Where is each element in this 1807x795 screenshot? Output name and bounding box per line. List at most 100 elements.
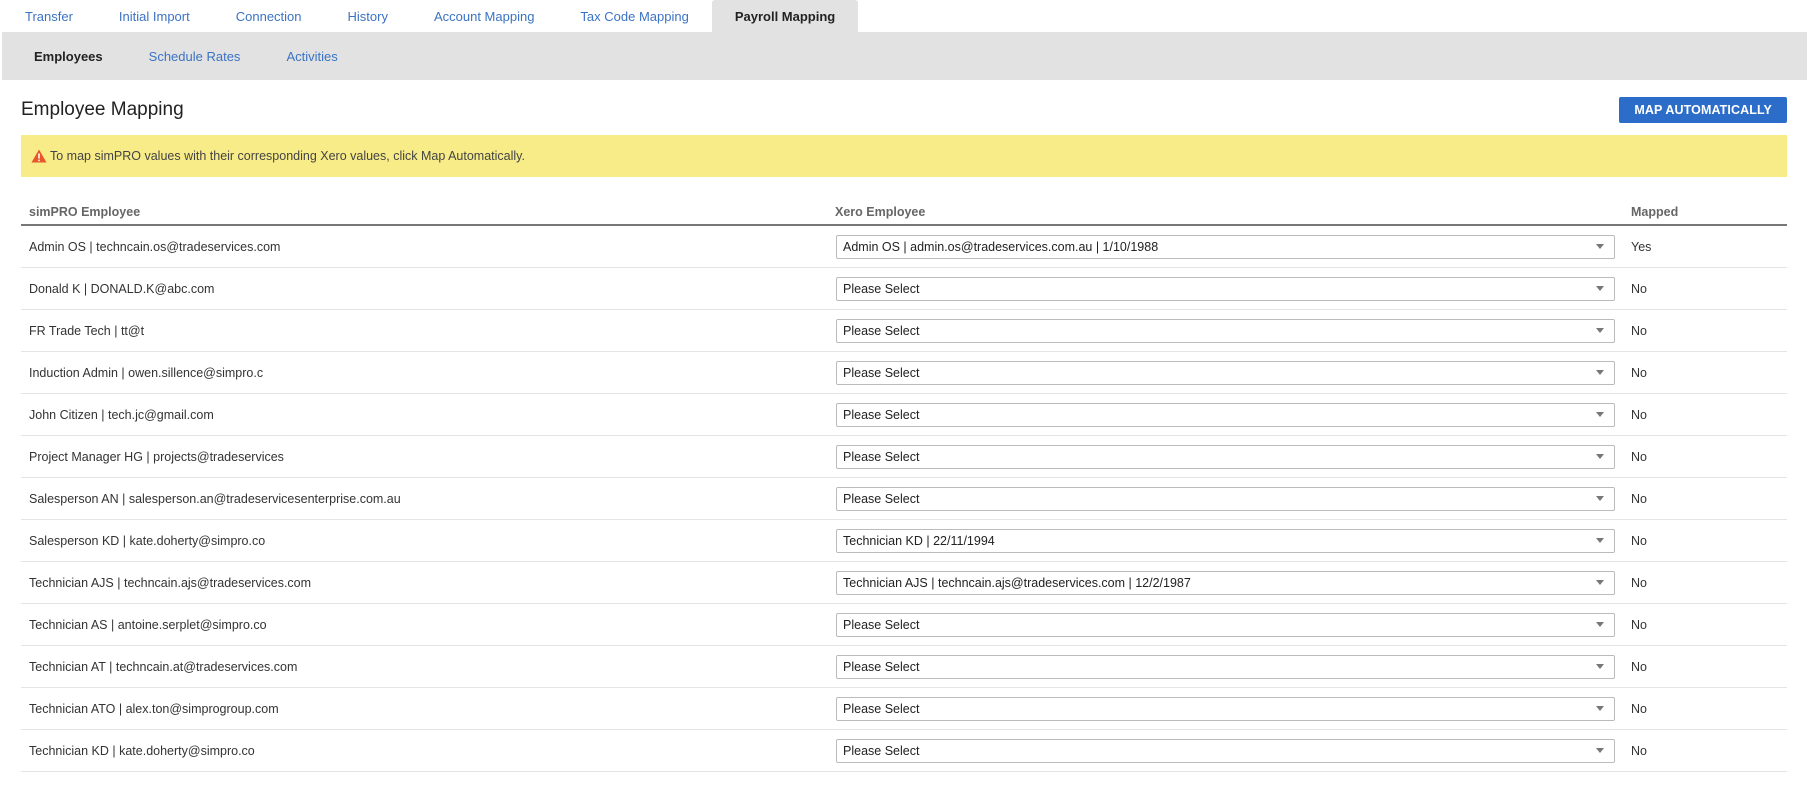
xero-employee-cell: Please Select xyxy=(827,309,1623,352)
mapped-status: No xyxy=(1623,477,1787,520)
subtab-schedule-rates[interactable]: Schedule Rates xyxy=(126,49,264,64)
mapped-status: No xyxy=(1623,309,1787,352)
chevron-down-icon xyxy=(1596,411,1604,417)
xero-employee-cell: Please Select xyxy=(827,729,1623,772)
xero-employee-select[interactable]: Please Select xyxy=(836,444,1615,469)
xero-employee-select[interactable]: Admin OS | admin.os@tradeservices.com.au… xyxy=(836,234,1615,259)
xero-employee-cell: Admin OS | admin.os@tradeservices.com.au… xyxy=(827,225,1623,268)
xero-employee-value: Please Select xyxy=(843,617,920,632)
xero-employee-select[interactable]: Please Select xyxy=(836,696,1615,721)
tab-history[interactable]: History xyxy=(325,0,411,32)
table-row: FR Trade Tech | tt@t Please Select No xyxy=(21,309,1787,352)
xero-employee-value: Technician KD | 22/11/1994 xyxy=(843,533,995,548)
table-row: Admin OS | techncain.os@tradeservices.co… xyxy=(21,225,1787,268)
mapped-status: No xyxy=(1623,645,1787,688)
mapped-status: No xyxy=(1623,351,1787,394)
top-tab-bar: Transfer Initial Import Connection Histo… xyxy=(0,0,1807,32)
mapped-status: Yes xyxy=(1623,225,1787,268)
tab-initial-import[interactable]: Initial Import xyxy=(96,0,213,32)
table-row: Donald K | DONALD.K@abc.com Please Select… xyxy=(21,267,1787,310)
chevron-down-icon xyxy=(1596,327,1604,333)
xero-employee-select[interactable]: Please Select xyxy=(836,360,1615,385)
simpro-employee-cell: Technician AS | antoine.serplet@simpro.c… xyxy=(21,603,827,646)
mapped-status: No xyxy=(1623,435,1787,478)
column-header-xero-employee: Xero Employee xyxy=(827,199,1623,226)
xero-employee-cell: Please Select xyxy=(827,393,1623,436)
xero-employee-value: Please Select xyxy=(843,449,920,464)
table-row: Salesperson AN | salesperson.an@tradeser… xyxy=(21,477,1787,520)
simpro-employee-cell: Donald K | DONALD.K@abc.com xyxy=(21,267,827,310)
table-row: Technician AS | antoine.serplet@simpro.c… xyxy=(21,603,1787,646)
page-header: Employee Mapping MAP AUTOMATICALLY xyxy=(21,80,1787,135)
chevron-down-icon xyxy=(1596,579,1604,585)
subtab-activities[interactable]: Activities xyxy=(263,49,360,64)
xero-employee-select[interactable]: Technician AJS | techncain.ajs@tradeserv… xyxy=(836,570,1615,595)
xero-employee-value: Please Select xyxy=(843,701,920,716)
xero-employee-select[interactable]: Please Select xyxy=(836,486,1615,511)
chevron-down-icon xyxy=(1596,243,1604,249)
xero-employee-select[interactable]: Please Select xyxy=(836,654,1615,679)
xero-employee-cell: Technician KD | 22/11/1994 xyxy=(827,519,1623,562)
mapped-status: No xyxy=(1623,393,1787,436)
table-row: John Citizen | tech.jc@gmail.com Please S… xyxy=(21,393,1787,436)
chevron-down-icon xyxy=(1596,495,1604,501)
xero-employee-select[interactable]: Please Select xyxy=(836,402,1615,427)
xero-employee-select[interactable]: Please Select xyxy=(836,276,1615,301)
mapped-status: No xyxy=(1623,561,1787,604)
employee-mapping-table: simPRO Employee Xero Employee Mapped Adm… xyxy=(21,199,1787,772)
mapped-status: No xyxy=(1623,603,1787,646)
table-header-row: simPRO Employee Xero Employee Mapped xyxy=(21,199,1787,226)
simpro-employee-cell: Technician KD | kate.doherty@simpro.co xyxy=(21,729,827,772)
xero-employee-select[interactable]: Technician KD | 22/11/1994 xyxy=(836,528,1615,553)
xero-employee-value: Please Select xyxy=(843,659,920,674)
xero-employee-value: Please Select xyxy=(843,407,920,422)
tab-connection[interactable]: Connection xyxy=(213,0,325,32)
chevron-down-icon xyxy=(1596,285,1604,291)
xero-employee-value: Please Select xyxy=(843,365,920,380)
mapped-status: No xyxy=(1623,519,1787,562)
simpro-employee-cell: Project Manager HG | projects@tradeservi… xyxy=(21,435,827,478)
table-row: Salesperson KD | kate.doherty@simpro.co T… xyxy=(21,519,1787,562)
column-header-simpro-employee: simPRO Employee xyxy=(21,199,827,226)
xero-employee-select[interactable]: Please Select xyxy=(836,318,1615,343)
table-row: Technician KD | kate.doherty@simpro.co Pl… xyxy=(21,729,1787,772)
map-automatically-button[interactable]: MAP AUTOMATICALLY xyxy=(1619,96,1787,123)
alert-text: To map simPRO values with their correspo… xyxy=(50,149,525,163)
xero-employee-cell: Please Select xyxy=(827,603,1623,646)
xero-employee-value: Please Select xyxy=(843,323,920,338)
tab-tax-code-mapping[interactable]: Tax Code Mapping xyxy=(557,0,711,32)
xero-employee-cell: Please Select xyxy=(827,687,1623,730)
tab-account-mapping[interactable]: Account Mapping xyxy=(411,0,557,32)
simpro-employee-cell: Salesperson AN | salesperson.an@tradeser… xyxy=(21,477,827,520)
simpro-employee-cell: Admin OS | techncain.os@tradeservices.co… xyxy=(21,225,827,268)
table-row: Technician AJS | techncain.ajs@tradeserv… xyxy=(21,561,1787,604)
chevron-down-icon xyxy=(1596,369,1604,375)
xero-employee-select[interactable]: Please Select xyxy=(836,612,1615,637)
xero-employee-cell: Please Select xyxy=(827,477,1623,520)
chevron-down-icon xyxy=(1596,453,1604,459)
xero-employee-select[interactable]: Please Select xyxy=(836,738,1615,763)
xero-employee-cell: Please Select xyxy=(827,267,1623,310)
xero-employee-value: Admin OS | admin.os@tradeservices.com.au… xyxy=(843,239,1159,254)
mapped-status: No xyxy=(1623,687,1787,730)
tab-transfer[interactable]: Transfer xyxy=(2,0,96,32)
subtab-employees[interactable]: Employees xyxy=(11,49,126,64)
table-row: Project Manager HG | projects@tradeservi… xyxy=(21,435,1787,478)
info-alert: To map simPRO values with their correspo… xyxy=(21,135,1787,177)
chevron-down-icon xyxy=(1596,705,1604,711)
simpro-employee-cell: Technician AT | techncain.at@tradeservic… xyxy=(21,645,827,688)
mapped-status: No xyxy=(1623,267,1787,310)
table-row: Induction Admin | owen.sillence@simpro.c… xyxy=(21,351,1787,394)
simpro-employee-cell: Technician AJS | techncain.ajs@tradeserv… xyxy=(21,561,827,604)
chevron-down-icon xyxy=(1596,663,1604,669)
chevron-down-icon xyxy=(1596,747,1604,753)
simpro-employee-cell: John Citizen | tech.jc@gmail.com xyxy=(21,393,827,436)
xero-employee-cell: Technician AJS | techncain.ajs@tradeserv… xyxy=(827,561,1623,604)
table-row: Technician AT | techncain.at@tradeservic… xyxy=(21,645,1787,688)
simpro-employee-cell: FR Trade Tech | tt@t xyxy=(21,309,827,352)
xero-employee-value: Please Select xyxy=(843,491,920,506)
mapped-status: No xyxy=(1623,729,1787,772)
chevron-down-icon xyxy=(1596,621,1604,627)
simpro-employee-cell: Induction Admin | owen.sillence@simpro.c xyxy=(21,351,827,394)
tab-payroll-mapping[interactable]: Payroll Mapping xyxy=(711,0,859,32)
